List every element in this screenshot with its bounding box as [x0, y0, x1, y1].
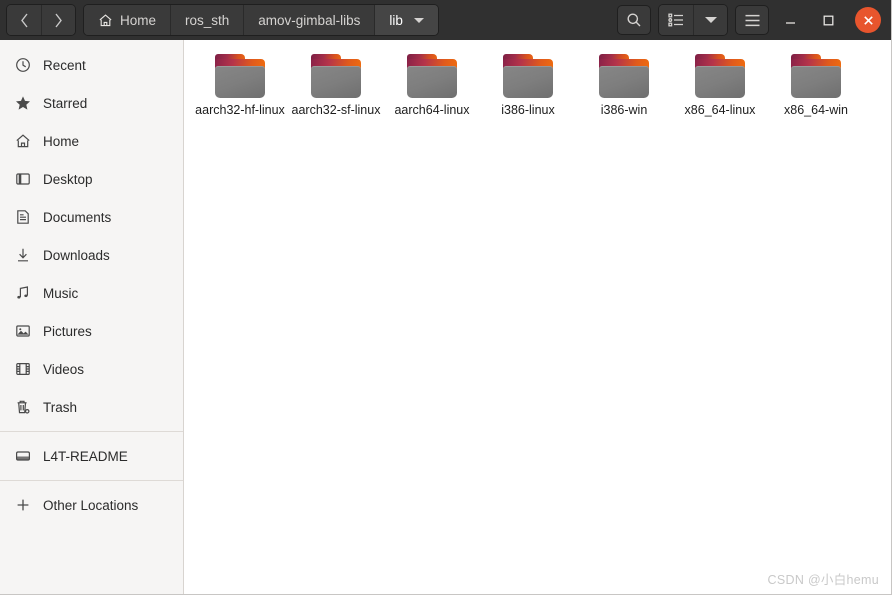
folder-icon — [694, 54, 746, 98]
breadcrumb-item-home[interactable]: Home — [84, 5, 171, 35]
sidebar-item-label: Trash — [43, 399, 78, 415]
search-icon — [626, 12, 642, 28]
sidebar-item-label: Other Locations — [43, 497, 139, 513]
view-mode-group — [658, 4, 728, 36]
breadcrumb-item-amov-gimbal-libs[interactable]: amov-gimbal-libs — [243, 5, 375, 35]
picture-icon — [14, 323, 31, 340]
sidebar-item-videos[interactable]: Videos — [0, 350, 183, 388]
sidebar-item-desktop[interactable]: Desktop — [0, 160, 183, 198]
sidebar-item-label: Desktop — [43, 171, 93, 187]
sidebar-item-label: Recent — [43, 57, 86, 73]
file-item[interactable]: aarch64-linux — [384, 50, 480, 126]
breadcrumb-label: ros_sth — [185, 12, 230, 28]
file-name: aarch32-sf-linux — [291, 103, 381, 117]
view-options-button[interactable] — [693, 5, 727, 35]
sidebar-item-label: Home — [43, 133, 80, 149]
maximize-button[interactable] — [811, 5, 845, 35]
sidebar-item-home[interactable]: Home — [0, 122, 183, 160]
folder-icon — [310, 54, 362, 98]
file-name: x86_64-linux — [684, 103, 756, 117]
watermark: CSDN @小白hemu — [767, 573, 879, 587]
trash-icon — [14, 399, 31, 416]
header-bar: Home ros_sth amov-gimbal-libs lib — [0, 0, 891, 40]
header-left: Home ros_sth amov-gimbal-libs lib — [6, 4, 439, 36]
file-name: x86_64-win — [784, 103, 848, 117]
folder-icon — [214, 54, 266, 98]
download-icon — [14, 247, 31, 264]
sidebar-item-label: Documents — [43, 209, 112, 225]
sidebar-item-other-locations[interactable]: Other Locations — [0, 486, 183, 524]
file-list-area[interactable]: aarch32-hf-linux aarch32-sf-linux aarch6… — [184, 40, 891, 594]
list-view-icon — [668, 13, 684, 27]
sidebar-item-recent[interactable]: Recent — [0, 46, 183, 84]
breadcrumb-label: amov-gimbal-libs — [258, 12, 361, 28]
header-right — [610, 4, 885, 36]
star-icon — [14, 95, 31, 112]
folder-icon — [790, 54, 842, 98]
sidebar-item-music[interactable]: Music — [0, 274, 183, 312]
sidebar-item-trash[interactable]: Trash — [0, 388, 183, 426]
clock-icon — [14, 57, 31, 74]
file-item[interactable]: i386-linux — [480, 50, 576, 126]
sidebar-separator — [0, 480, 183, 481]
file-item[interactable]: i386-win — [576, 50, 672, 126]
hamburger-menu-icon — [744, 14, 761, 27]
minimize-button[interactable] — [773, 5, 807, 35]
breadcrumb: Home ros_sth amov-gimbal-libs lib — [83, 4, 439, 36]
navigation-group — [6, 4, 76, 36]
list-view-button[interactable] — [659, 5, 693, 35]
file-item[interactable]: x86_64-win — [768, 50, 864, 126]
sidebar-item-downloads[interactable]: Downloads — [0, 236, 183, 274]
sidebar-item-label: Music — [43, 285, 79, 301]
sidebar-item-label: Downloads — [43, 247, 110, 263]
desktop-icon — [14, 171, 31, 188]
forward-button[interactable] — [41, 5, 75, 35]
chevron-down-icon — [413, 17, 424, 23]
file-manager-window: Home ros_sth amov-gimbal-libs lib Recent… — [0, 0, 892, 595]
sidebar-item-documents[interactable]: Documents — [0, 198, 183, 236]
file-item[interactable]: x86_64-linux — [672, 50, 768, 126]
document-icon — [14, 209, 31, 226]
file-name: aarch64-linux — [394, 103, 470, 117]
sidebar-separator — [0, 431, 183, 432]
search-button[interactable] — [617, 5, 651, 35]
main-menu-button[interactable] — [735, 5, 769, 35]
sidebar: Recent Starred Home Desktop Documents Do… — [0, 40, 184, 594]
home-icon — [98, 13, 113, 28]
sidebar-item-label: Videos — [43, 361, 85, 377]
sidebar-item-starred[interactable]: Starred — [0, 84, 183, 122]
breadcrumb-label: Home — [120, 12, 157, 28]
chevron-down-icon — [704, 17, 717, 23]
folder-icon — [598, 54, 650, 98]
plus-icon — [14, 497, 31, 514]
video-icon — [14, 361, 31, 378]
file-name: aarch32-hf-linux — [195, 103, 285, 117]
window-body: Recent Starred Home Desktop Documents Do… — [0, 40, 891, 594]
drive-icon — [14, 448, 31, 465]
file-item[interactable]: aarch32-hf-linux — [192, 50, 288, 126]
file-name: i386-win — [600, 103, 648, 117]
home-icon — [14, 133, 31, 150]
breadcrumb-item-ros-sth[interactable]: ros_sth — [170, 5, 244, 35]
close-button[interactable] — [855, 7, 881, 33]
breadcrumb-item-lib[interactable]: lib — [374, 5, 438, 35]
back-button[interactable] — [7, 5, 41, 35]
sidebar-item-pictures[interactable]: Pictures — [0, 312, 183, 350]
folder-icon — [406, 54, 458, 98]
sidebar-item-label: L4T-README — [43, 448, 128, 464]
folder-icon — [502, 54, 554, 98]
file-name: i386-linux — [501, 103, 555, 117]
sidebar-item-label: Starred — [43, 95, 88, 111]
sidebar-item-label: Pictures — [43, 323, 92, 339]
breadcrumb-label: lib — [389, 12, 403, 28]
music-icon — [14, 285, 31, 302]
icon-grid: aarch32-hf-linux aarch32-sf-linux aarch6… — [184, 40, 891, 126]
file-item[interactable]: aarch32-sf-linux — [288, 50, 384, 126]
sidebar-item-l4t-readme[interactable]: L4T-README — [0, 437, 183, 475]
